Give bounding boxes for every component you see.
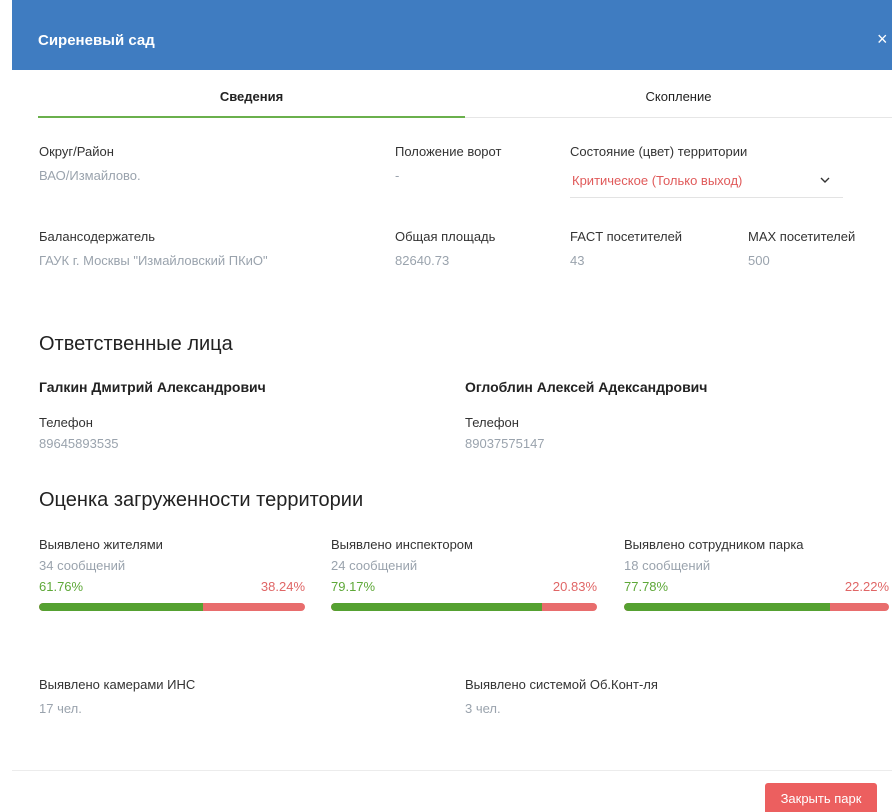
state-select-value: Критическое (Только выход) xyxy=(572,173,743,188)
max-visitors-value: 500 xyxy=(748,253,770,268)
modal-header: Сиреневый сад × xyxy=(12,0,892,70)
district-field: Округ/Район ВАО/Измайлово. xyxy=(39,144,141,183)
stat-count: 18 сообщений xyxy=(624,558,711,573)
chevron-down-icon xyxy=(820,177,830,183)
fact-visitors-label: FACT посетителей xyxy=(570,229,683,244)
holder-label: Балансодержатель xyxy=(39,229,155,244)
stat-count: 34 сообщений xyxy=(39,558,126,573)
stat-red-percent: 20.83% xyxy=(552,579,597,594)
state-label: Состояние (цвет) территории xyxy=(570,144,748,159)
stat-green-percent: 61.76% xyxy=(39,579,84,594)
person-phone-field: Телефон 89645893535 xyxy=(39,415,119,451)
max-visitors-label: MAX посетителей xyxy=(748,229,856,244)
residents-stat: Выявлено жителями 34 сообщений 61.76% 38… xyxy=(39,537,305,611)
stat-progress-fill xyxy=(624,603,831,611)
fact-visitors-field: FACT посетителей 43 xyxy=(570,229,682,268)
person-name: Оглоблин Алексей Адександрович xyxy=(465,379,708,395)
district-label: Округ/Район xyxy=(39,144,114,159)
person-phone-field: Телефон 89037575147 xyxy=(465,415,545,451)
stat-red-percent: 22.22% xyxy=(844,579,889,594)
stat-count: 24 сообщений xyxy=(331,558,418,573)
responsible-title: Ответственные лица xyxy=(39,333,233,355)
system-field: Выявлено системой Об.Конт-ля 3 чел. xyxy=(465,677,658,716)
modal-title: Сиреневый сад xyxy=(38,32,155,49)
stat-progress-bar xyxy=(39,603,305,611)
phone-value: 89037575147 xyxy=(465,436,545,451)
cameras-label: Выявлено камерами ИНС xyxy=(39,677,196,692)
gate-label: Положение ворот xyxy=(395,144,502,159)
stat-progress-bar xyxy=(331,603,597,611)
inspector-stat: Выявлено инспектором 24 сообщений 79.17%… xyxy=(331,537,597,611)
stat-progress-bar xyxy=(624,603,889,611)
person-name: Галкин Дмитрий Александрович xyxy=(39,379,266,395)
tab-info[interactable]: Сведения xyxy=(38,80,465,118)
state-field: Состояние (цвет) территории xyxy=(570,144,747,159)
tab-bar: Сведения Скопление xyxy=(38,80,892,118)
gate-field: Положение ворот - xyxy=(395,144,501,183)
load-title: Оценка загруженности территории xyxy=(39,489,364,511)
district-value: ВАО/Измайлово. xyxy=(39,168,141,183)
phone-label: Телефон xyxy=(465,415,519,430)
stat-progress-fill xyxy=(39,603,204,611)
system-label: Выявлено системой Об.Конт-ля xyxy=(465,677,658,692)
state-select[interactable]: Критическое (Только выход) xyxy=(570,164,843,198)
phone-value: 89645893535 xyxy=(39,436,119,451)
cameras-value: 17 чел. xyxy=(39,701,82,716)
stat-red-percent: 38.24% xyxy=(260,579,305,594)
stat-label: Выявлено сотрудником парка xyxy=(624,537,804,552)
gate-value: - xyxy=(395,168,400,183)
stat-progress-fill xyxy=(331,603,542,611)
close-park-button[interactable]: Закрыть парк xyxy=(765,783,877,812)
stat-label: Выявлено жителями xyxy=(39,537,163,552)
holder-value: ГАУК г. Москвы "Измайловский ПКиО" xyxy=(39,253,268,268)
max-visitors-field: MAX посетителей 500 xyxy=(748,229,855,268)
tab-crowding[interactable]: Скопление xyxy=(465,80,892,118)
stat-green-percent: 79.17% xyxy=(331,579,376,594)
area-value: 82640.73 xyxy=(395,253,450,268)
close-icon[interactable]: × xyxy=(877,30,888,48)
phone-label: Телефон xyxy=(39,415,93,430)
footer-divider xyxy=(12,770,892,771)
staff-stat: Выявлено сотрудником парка 18 сообщений … xyxy=(624,537,889,611)
stat-label: Выявлено инспектором xyxy=(331,537,473,552)
holder-field: Балансодержатель ГАУК г. Москвы "Измайло… xyxy=(39,229,268,268)
cameras-field: Выявлено камерами ИНС 17 чел. xyxy=(39,677,195,716)
area-field: Общая площадь 82640.73 xyxy=(395,229,495,268)
system-value: 3 чел. xyxy=(465,701,501,716)
fact-visitors-value: 43 xyxy=(570,253,585,268)
stat-green-percent: 77.78% xyxy=(624,579,669,594)
area-label: Общая площадь xyxy=(395,229,496,244)
